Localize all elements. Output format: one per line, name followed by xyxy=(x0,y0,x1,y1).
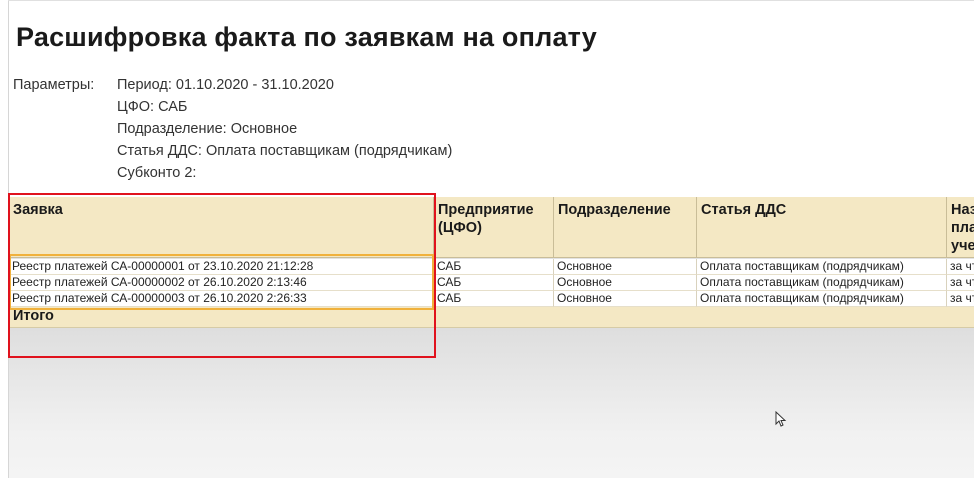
column-header-label: Предприятие (ЦФО) xyxy=(438,202,534,236)
column-header-label: Статья ДДС xyxy=(701,202,787,218)
cell-purpose: за чт xyxy=(947,291,974,307)
cell-enterprise: САБ xyxy=(434,259,554,275)
param-period: Период: 01.10.2020 - 31.10.2020 xyxy=(117,77,334,93)
highlight-box xyxy=(8,193,436,358)
column-header-purpose[interactable]: Наз пла уче xyxy=(947,197,974,258)
column-header-label: Наз пла уче xyxy=(951,202,974,254)
cell-division: Основное xyxy=(554,291,697,307)
param-subconto-2: Субконто 2: xyxy=(117,165,197,181)
cell-enterprise: САБ xyxy=(434,275,554,291)
cell-purpose: за чт xyxy=(947,275,974,291)
column-header-label: Подразделение xyxy=(558,202,671,218)
top-border xyxy=(8,0,974,1)
cell-division: Основное xyxy=(554,275,697,291)
param-dds-item: Статья ДДС: Оплата поставщикам (подрядчи… xyxy=(117,143,453,159)
cell-dds-item: Оплата поставщикам (подрядчикам) xyxy=(697,275,947,291)
cell-dds-item: Оплата поставщикам (подрядчикам) xyxy=(697,259,947,275)
column-header-enterprise[interactable]: Предприятие (ЦФО) xyxy=(434,197,554,258)
param-cfo: ЦФО: САБ xyxy=(117,99,188,115)
cell-purpose: за чт xyxy=(947,259,974,275)
column-header-dds-item[interactable]: Статья ДДС xyxy=(697,197,947,258)
cell-enterprise: САБ xyxy=(434,291,554,307)
param-division: Подразделение: Основное xyxy=(117,121,298,137)
mouse-pointer-icon xyxy=(775,411,787,427)
report-title: Расшифровка факта по заявкам на оплату xyxy=(16,22,597,52)
cell-dds-item: Оплата поставщикам (подрядчикам) xyxy=(697,291,947,307)
cell-division: Основное xyxy=(554,259,697,275)
column-header-division[interactable]: Подразделение xyxy=(554,197,697,258)
parameters-label: Параметры: xyxy=(13,77,95,93)
